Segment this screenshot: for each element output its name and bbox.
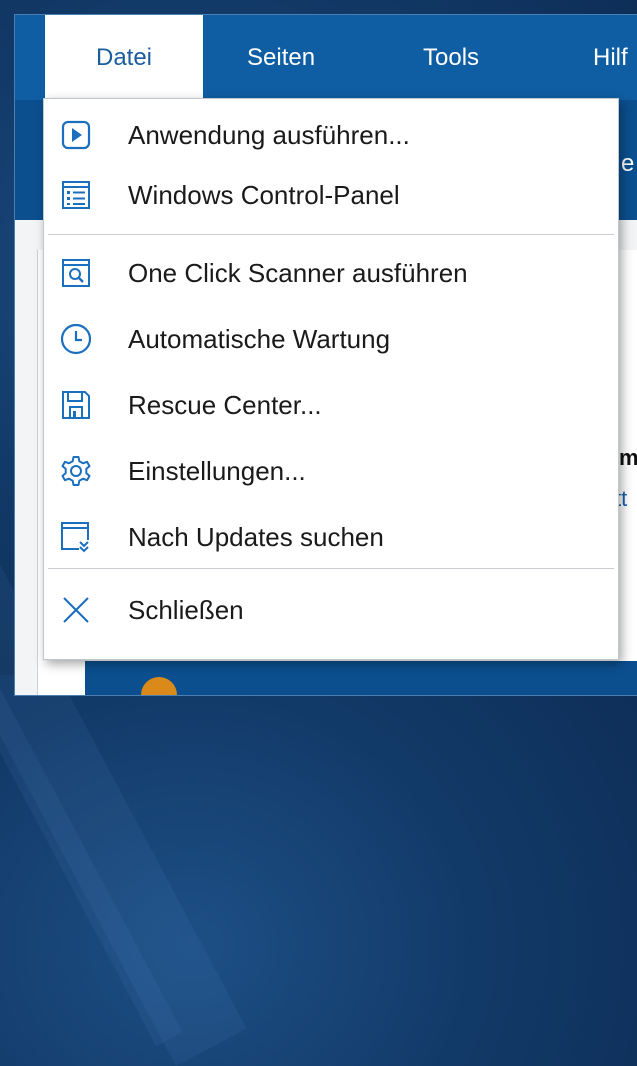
menu-item-label: Einstellungen... xyxy=(128,455,306,486)
menu-item-label: One Click Scanner ausführen xyxy=(128,257,468,288)
menu-tools[interactable]: Tools xyxy=(423,15,479,100)
menu-item-label: Windows Control-Panel xyxy=(128,179,400,210)
menu-item-rescue-center[interactable]: Rescue Center... xyxy=(44,373,618,437)
update-icon xyxy=(58,519,94,555)
menu-item-settings[interactable]: Einstellungen... xyxy=(44,439,618,503)
menu-item-label: Nach Updates suchen xyxy=(128,521,384,552)
menu-item-label: Anwendung ausführen... xyxy=(128,119,410,150)
menubar: Datei Seiten Tools Hilf xyxy=(15,15,637,100)
menu-item-label: Schließen xyxy=(128,594,244,625)
menu-item-check-updates[interactable]: Nach Updates suchen xyxy=(44,505,618,569)
datei-dropdown-menu: Anwendung ausführen... Windows Control-P… xyxy=(43,98,619,660)
save-disk-icon xyxy=(58,387,94,423)
menu-separator xyxy=(48,568,614,569)
play-icon xyxy=(58,117,94,153)
menu-hilfe[interactable]: Hilf xyxy=(593,15,628,100)
menu-seiten[interactable]: Seiten xyxy=(247,15,315,100)
menu-item-automatic-maintenance[interactable]: Automatische Wartung xyxy=(44,307,618,371)
menu-item-label: Rescue Center... xyxy=(128,389,322,420)
menu-item-one-click-scanner[interactable]: One Click Scanner ausführen xyxy=(44,241,618,305)
toolbar-text-fragment: e xyxy=(621,150,635,177)
menu-item-run-application[interactable]: Anwendung ausführen... xyxy=(44,103,618,167)
menu-item-control-panel[interactable]: Windows Control-Panel xyxy=(44,163,618,227)
clock-icon xyxy=(58,321,94,357)
menu-separator xyxy=(48,234,614,235)
control-panel-icon xyxy=(58,177,94,213)
menu-item-label: Automatische Wartung xyxy=(128,323,391,354)
gear-icon xyxy=(58,453,94,489)
menu-datei[interactable]: Datei xyxy=(45,15,203,100)
menu-item-close[interactable]: Schließen xyxy=(44,578,618,642)
content-heading-fragment: m xyxy=(619,445,637,470)
scanner-icon xyxy=(58,255,94,291)
close-icon xyxy=(58,592,94,628)
